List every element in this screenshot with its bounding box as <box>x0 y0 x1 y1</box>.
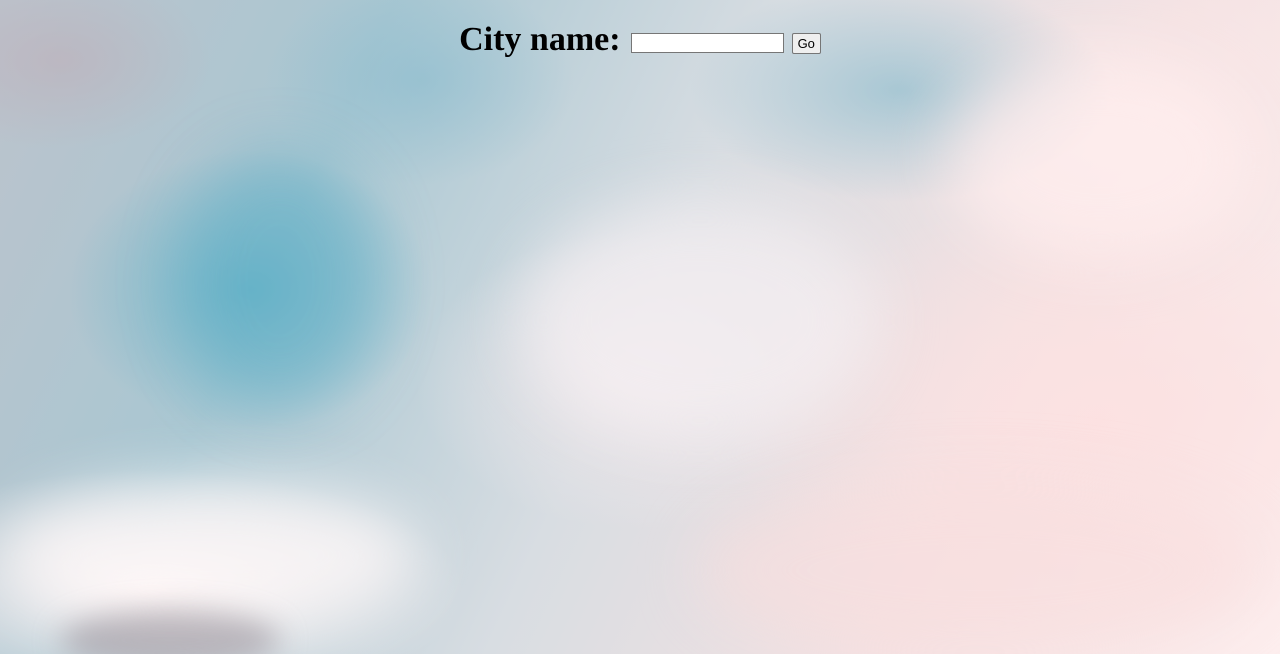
cloud-shape <box>520 200 880 440</box>
sky-background-image <box>0 0 1280 654</box>
cloud-shape <box>0 480 420 630</box>
city-search-form: City name: Go <box>0 20 1280 60</box>
city-name-input[interactable] <box>630 33 784 53</box>
city-name-label: City name: <box>459 21 621 58</box>
go-button[interactable]: Go <box>791 32 821 54</box>
cloud-shape <box>700 480 1260 654</box>
cloud-shape <box>950 60 1250 260</box>
cloud-shape <box>180 150 380 410</box>
